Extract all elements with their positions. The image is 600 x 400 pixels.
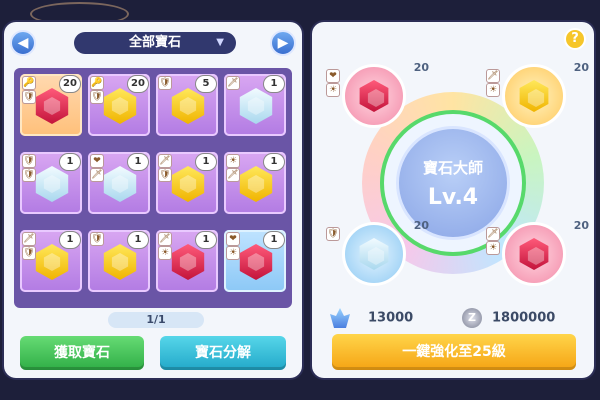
- sword-icon: 🗡: [159, 155, 171, 167]
- yellow-gem-icon: [103, 88, 137, 124]
- shield-icon: 🛡: [91, 91, 103, 103]
- shield-icon: 🛡: [91, 233, 103, 245]
- red-gem-icon: [239, 244, 273, 280]
- obtain-gem-button[interactable]: 獲取寶石: [20, 336, 144, 370]
- category-dropdown[interactable]: 全部寶石 ▼: [74, 32, 236, 54]
- master-title: 寶石大師: [422, 159, 483, 177]
- shield-icon: 🛡: [23, 155, 35, 167]
- heart-icon: ❤: [91, 155, 103, 167]
- white-gem-icon: [359, 238, 389, 270]
- shield-icon: 🛡: [23, 91, 35, 103]
- white-gem-icon: [35, 166, 69, 202]
- page-indicator: 1/1: [108, 312, 204, 328]
- sword-icon: 🗡: [487, 228, 499, 240]
- gem-count: 1: [60, 154, 80, 170]
- yellow-gem-icon: [171, 166, 205, 202]
- coin-resource: Z 1800000: [462, 308, 555, 328]
- gem-slot[interactable]: 20 🔑 🛡: [88, 74, 150, 136]
- key-icon: 🔑: [91, 77, 103, 89]
- gem-slot[interactable]: 1 🗡 ☀: [156, 230, 218, 292]
- sun-icon: ☀: [327, 84, 339, 96]
- gem-slot[interactable]: 1 🛡: [88, 230, 150, 292]
- sword-icon: 🗡: [91, 169, 103, 181]
- sun-icon: ☀: [227, 247, 239, 259]
- gem-orb-top-left[interactable]: 20 ❤ ☀: [327, 61, 429, 128]
- orb-count: 20: [573, 219, 589, 232]
- gem-slot[interactable]: 1 ❤ 🗡: [88, 152, 150, 214]
- white-gem-icon: [103, 166, 137, 202]
- master-level: Lv.4: [427, 185, 479, 210]
- yellow-gem-icon: [519, 80, 549, 112]
- gem-orb-bottom-right[interactable]: 20 🗡 ☀: [487, 219, 589, 286]
- gem-slot[interactable]: 1 ❤ ☀: [224, 230, 286, 292]
- key-icon: 🔑: [23, 77, 35, 89]
- gem-count: 1: [264, 76, 284, 92]
- red-gem-icon: [359, 80, 389, 112]
- red-gem-icon: [519, 238, 549, 270]
- prev-arrow-icon[interactable]: ◀: [10, 30, 36, 56]
- shield-icon: 🛡: [23, 169, 35, 181]
- sword-icon: 🗡: [487, 70, 499, 82]
- gem-count: 1: [264, 154, 284, 170]
- gem-count: 5: [196, 76, 216, 92]
- sun-icon: ☀: [487, 84, 499, 96]
- decompose-gem-button[interactable]: 寶石分解: [160, 336, 286, 370]
- gem-count: 1: [196, 232, 216, 248]
- coin-amount: 1800000: [492, 310, 556, 326]
- red-gem-icon: [35, 88, 69, 124]
- chevron-down-icon: ▼: [216, 37, 224, 48]
- gem-count: 1: [264, 232, 284, 248]
- gem-slot[interactable]: 1 🛡 🛡: [20, 152, 82, 214]
- gem-slot[interactable]: 1 🗡 🛡: [20, 230, 82, 292]
- shield-icon: 🛡: [327, 228, 339, 240]
- sun-icon: ☀: [227, 155, 239, 167]
- gem-count: 1: [128, 232, 148, 248]
- gem-count: 1: [196, 154, 216, 170]
- category-label: 全部寶石: [128, 35, 181, 50]
- heart-icon: ❤: [327, 70, 339, 82]
- crystal-resource: 13000: [330, 308, 413, 328]
- yellow-gem-icon: [239, 166, 273, 202]
- heart-icon: ❤: [227, 233, 239, 245]
- gem-master-panel: ? 寶石大師 Lv.4 20 ❤ ☀ 20 🗡 ☀ 20 🛡 20 🗡 ☀ 13…: [312, 22, 594, 378]
- gem-slot[interactable]: 5 🛡: [156, 74, 218, 136]
- gem-count: 20: [128, 76, 148, 92]
- shield-icon: 🛡: [23, 247, 35, 259]
- red-gem-icon: [171, 244, 205, 280]
- gem-slot[interactable]: 1 ☀ 🗡: [224, 152, 286, 214]
- gem-count: 20: [60, 76, 80, 92]
- orb-count: 20: [413, 219, 429, 232]
- gem-slot[interactable]: 1 🗡: [224, 74, 286, 136]
- shield-icon: 🛡: [159, 169, 171, 181]
- help-icon[interactable]: ?: [564, 28, 586, 50]
- gem-grid: 20 🔑 🛡 20 🔑 🛡 5 🛡 1 🗡 1 🛡 🛡 1 ❤ 🗡 1 🗡 🛡 1 ☀ 🗡 1 🗡 🛡 1 🛡 1 🗡 ☀ 1 ❤ ☀: [14, 68, 292, 308]
- upgrade-all-button[interactable]: 一鍵強化至25級: [332, 334, 576, 370]
- gem-orb-bottom-left[interactable]: 20 🛡: [327, 219, 429, 286]
- next-arrow-icon[interactable]: ▶: [270, 30, 296, 56]
- coin-icon: Z: [462, 308, 482, 328]
- orb-count: 20: [573, 61, 589, 74]
- sword-icon: 🗡: [23, 233, 35, 245]
- gem-slot[interactable]: 1 🗡 🛡: [156, 152, 218, 214]
- shield-icon: 🛡: [159, 77, 171, 89]
- yellow-gem-icon: [35, 244, 69, 280]
- sun-icon: ☀: [159, 247, 171, 259]
- gem-count: 1: [128, 154, 148, 170]
- sword-icon: 🗡: [159, 233, 171, 245]
- gem-orb-top-right[interactable]: 20 🗡 ☀: [487, 61, 589, 128]
- sword-icon: 🗡: [227, 169, 239, 181]
- yellow-gem-icon: [171, 88, 205, 124]
- white-gem-icon: [239, 88, 273, 124]
- gem-inventory-panel: ◀ 全部寶石 ▼ ▶ 20 🔑 🛡 20 🔑 🛡 5 🛡 1 🗡 1 🛡 🛡 1 ❤ 🗡 1 🗡 🛡 1 ☀ 🗡 1 🗡 🛡 1 🛡…: [4, 22, 302, 378]
- sword-icon: 🗡: [227, 77, 239, 89]
- category-header: ◀ 全部寶石 ▼ ▶: [10, 30, 296, 58]
- orb-count: 20: [413, 61, 429, 74]
- gem-count: 1: [60, 232, 80, 248]
- crystal-amount: 13000: [368, 310, 414, 326]
- yellow-gem-icon: [103, 244, 137, 280]
- sun-icon: ☀: [487, 242, 499, 254]
- gem-slot[interactable]: 20 🔑 🛡: [20, 74, 82, 136]
- crystal-icon: [330, 308, 350, 328]
